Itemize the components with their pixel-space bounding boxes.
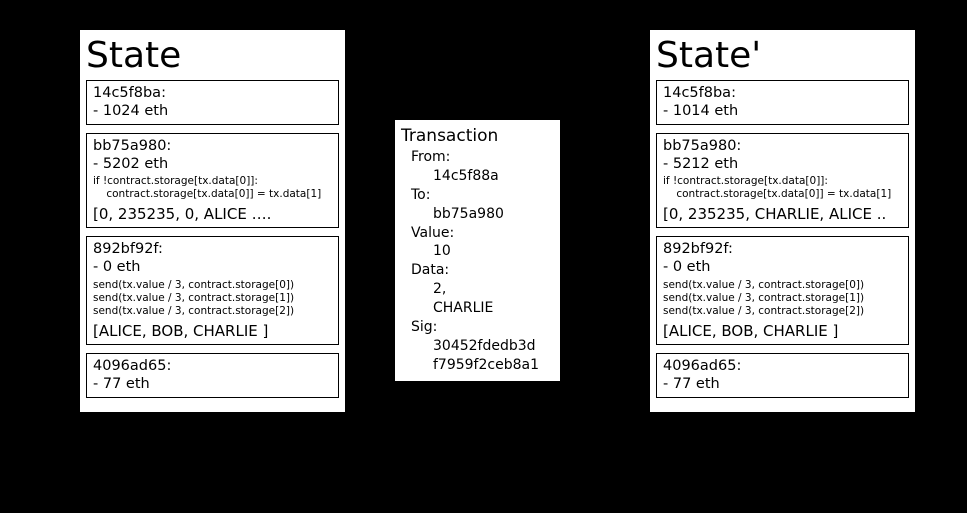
account-code: if !contract.storage[tx.data[0]]: contra… [663,175,902,201]
state-panel-after: State' 14c5f8ba: - 1014 eth bb75a980: - … [650,30,915,412]
tx-sig-value-1: 30452fdedb3d [411,337,554,356]
account-box: 14c5f8ba: - 1024 eth [86,80,339,125]
account-box: 4096ad65: - 77 eth [656,353,909,398]
account-balance: - 5212 eth [663,155,902,173]
tx-data-label: Data: [411,261,554,280]
account-balance: - 5202 eth [93,155,332,173]
transaction-panel: Transaction From: 14c5f88a To: bb75a980 … [395,120,560,381]
account-box: 892bf92f: - 0 eth send(tx.value / 3, con… [656,236,909,345]
account-balance: - 1014 eth [663,102,902,120]
state-panel-before: State 14c5f8ba: - 1024 eth bb75a980: - 5… [80,30,345,412]
account-box: 4096ad65: - 77 eth [86,353,339,398]
account-storage: [ALICE, BOB, CHARLIE ] [663,322,902,340]
account-storage: [ALICE, BOB, CHARLIE ] [93,322,332,340]
tx-value-value: 10 [411,242,554,261]
account-hash: 4096ad65: [93,357,332,375]
tx-from-label: From: [411,148,554,167]
tx-data-value-2: CHARLIE [411,299,554,318]
account-box: bb75a980: - 5202 eth if !contract.storag… [86,133,339,229]
account-box: 892bf92f: - 0 eth send(tx.value / 3, con… [86,236,339,345]
state-title: State' [656,36,909,76]
account-hash: bb75a980: [663,137,902,155]
tx-from-value: 14c5f88a [411,167,554,186]
account-balance: - 1024 eth [93,102,332,120]
transaction-title: Transaction [401,126,554,146]
account-box: bb75a980: - 5212 eth if !contract.storag… [656,133,909,229]
tx-sig-value-2: f7959f2ceb8a1 [411,356,554,375]
tx-to-value: bb75a980 [411,205,554,224]
tx-value-label: Value: [411,224,554,243]
account-code: if !contract.storage[tx.data[0]]: contra… [93,175,332,201]
account-hash: bb75a980: [93,137,332,155]
account-box: 14c5f8ba: - 1014 eth [656,80,909,125]
account-storage: [0, 235235, CHARLIE, ALICE .. [663,205,902,223]
account-hash: 14c5f8ba: [663,84,902,102]
account-code: send(tx.value / 3, contract.storage[0]) … [93,279,332,318]
tx-data-value-1: 2, [411,280,554,299]
tx-sig-label: Sig: [411,318,554,337]
account-balance: - 77 eth [93,375,332,393]
account-hash: 14c5f8ba: [93,84,332,102]
account-balance: - 77 eth [663,375,902,393]
transaction-body: From: 14c5f88a To: bb75a980 Value: 10 Da… [401,148,554,375]
account-hash: 892bf92f: [663,240,902,258]
account-balance: - 0 eth [663,258,902,276]
account-hash: 892bf92f: [93,240,332,258]
account-code: send(tx.value / 3, contract.storage[0]) … [663,279,902,318]
account-storage: [0, 235235, 0, ALICE …. [93,205,332,223]
state-title: State [86,36,339,76]
account-balance: - 0 eth [93,258,332,276]
tx-to-label: To: [411,186,554,205]
account-hash: 4096ad65: [663,357,902,375]
